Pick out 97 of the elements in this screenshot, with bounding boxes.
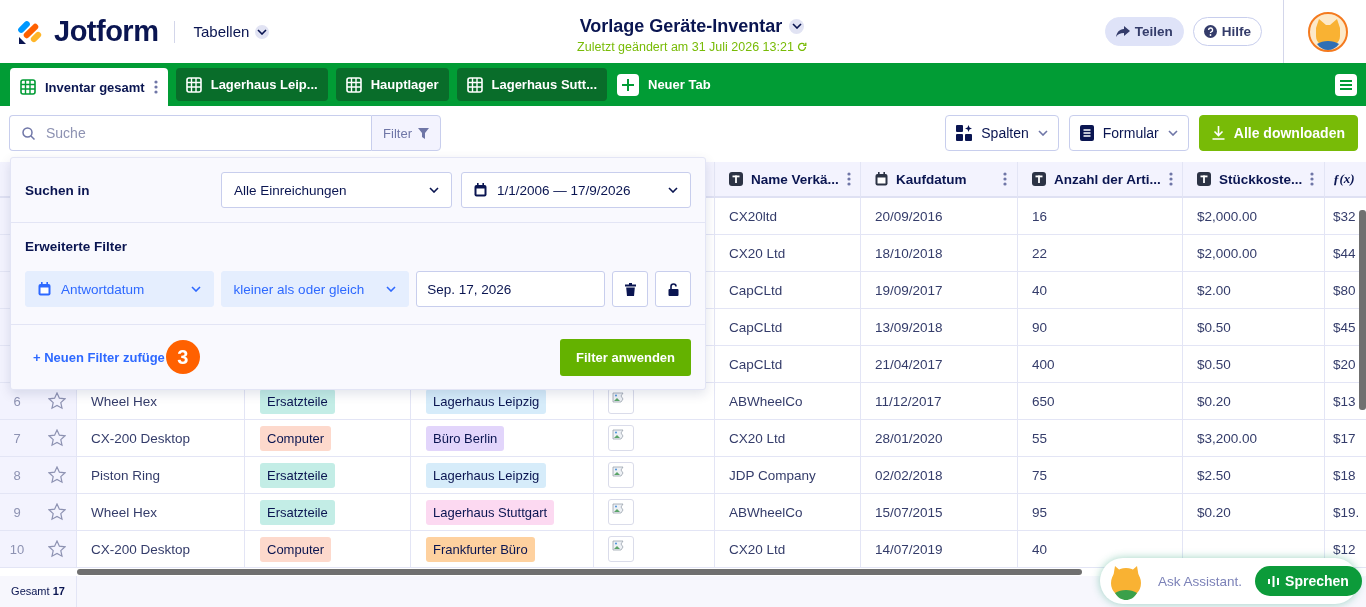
- last-modified-text: Zuletzt geändert am 31 Juli 2026 13:21: [577, 39, 794, 54]
- row-number: 9: [12, 504, 22, 520]
- title-dropdown[interactable]: [789, 18, 805, 34]
- field-dropdown[interactable]: Antwortdatum: [25, 271, 214, 307]
- logo-icon: [18, 18, 44, 45]
- calendar-icon: [38, 282, 51, 296]
- assistant-input[interactable]: Ask Assistant.: [1158, 573, 1243, 589]
- search-in-label: Suchen in: [25, 182, 90, 198]
- tab[interactable]: Inventar gesamt: [10, 68, 168, 106]
- voice-bars-icon: [1268, 575, 1280, 587]
- column-header[interactable]: Anzahl der Arti...: [1054, 171, 1161, 187]
- chevron-down-icon: [386, 286, 397, 292]
- date-value-field[interactable]: Sep. 17, 2026: [416, 271, 606, 307]
- columns-button[interactable]: Spalten: [945, 115, 1059, 151]
- logo-text: Jotform: [54, 15, 159, 48]
- more-options-icon[interactable]: [153, 80, 158, 94]
- widgets-icon: [956, 125, 973, 141]
- row-number: 6: [12, 393, 22, 409]
- column-header[interactable]: Kaufdatum: [896, 171, 995, 187]
- chevron-down-icon: [257, 28, 268, 35]
- row-number: 8: [12, 467, 22, 483]
- star-icon[interactable]: [48, 429, 66, 447]
- step-badge: 3: [165, 340, 200, 374]
- form-button[interactable]: Formular: [1068, 115, 1189, 151]
- table-icon: [20, 79, 36, 95]
- section-dropdown[interactable]: Tabellen: [193, 17, 270, 46]
- scope-dropdown[interactable]: Alle Einreichungen: [221, 172, 452, 208]
- unlocked-padlock-icon: [667, 282, 679, 296]
- total-count: Gesamt 17: [0, 576, 77, 607]
- search-field[interactable]: Suche: [9, 115, 372, 151]
- lock-button[interactable]: [655, 271, 691, 307]
- table-icon: [466, 76, 483, 93]
- help-icon: [1203, 25, 1217, 38]
- location-tag: Lagerhaus Leipzig: [426, 462, 547, 488]
- tab[interactable]: Lagerhaus Leip...: [175, 68, 328, 101]
- category-tag: Computer: [260, 536, 332, 562]
- advanced-filters-label: Erweiterte Filter: [25, 239, 129, 254]
- refresh-icon: [796, 41, 807, 52]
- speak-button[interactable]: Sprechen: [1255, 566, 1362, 596]
- add-filter-link[interactable]: + Neuen Filter zufüge: [33, 349, 165, 365]
- calendar-icon: [875, 172, 888, 186]
- vertical-scrollbar[interactable]: [1359, 210, 1366, 410]
- operator-dropdown[interactable]: kleiner als oder gleich: [220, 271, 410, 307]
- tab[interactable]: Hauptlager: [335, 68, 449, 101]
- more-options-icon[interactable]: [846, 172, 851, 186]
- column-header[interactable]: ƒ(x): [1333, 171, 1355, 187]
- delete-button[interactable]: [612, 271, 649, 307]
- horizontal-scrollbar[interactable]: [77, 569, 1082, 575]
- row-number: 7: [12, 430, 22, 446]
- tab[interactable]: Lagerhaus Sutt...: [456, 68, 607, 101]
- chevron-down-icon: [429, 187, 439, 193]
- column-header[interactable]: Name Verkä...: [751, 171, 839, 187]
- chevron-down-icon: [791, 23, 802, 29]
- plus-icon: [622, 78, 634, 91]
- star-icon[interactable]: [48, 392, 66, 410]
- calendar-icon: [474, 183, 487, 197]
- menu-icon: [1340, 80, 1352, 90]
- new-tab-button[interactable]: Neuer Tab: [617, 68, 711, 101]
- category-tag: Computer: [260, 425, 332, 451]
- location-tag: Lagerhaus Stuttgart: [426, 499, 555, 525]
- category-tag: Ersatzteile: [260, 499, 335, 525]
- location-tag: Büro Berlin: [426, 425, 505, 451]
- location-tag: Lagerhaus Leipzig: [426, 388, 547, 414]
- category-tag: Ersatzteile: [260, 388, 335, 414]
- text-type-icon: [1032, 172, 1046, 186]
- filter-button[interactable]: Filter: [371, 115, 441, 151]
- table-icon: [185, 76, 202, 93]
- star-icon[interactable]: [48, 466, 66, 484]
- category-tag: Ersatzteile: [260, 462, 335, 488]
- search-input[interactable]: Suche: [44, 124, 372, 142]
- star-icon[interactable]: [48, 540, 66, 558]
- text-type-icon: [729, 172, 743, 186]
- download-icon: [1211, 126, 1225, 140]
- chevron-down-icon: [668, 187, 678, 193]
- chevron-down-icon: [190, 286, 201, 292]
- more-options-icon[interactable]: [1310, 172, 1315, 186]
- trash-icon: [624, 282, 636, 296]
- chevron-down-icon: [1167, 130, 1178, 136]
- avatar[interactable]: [1308, 11, 1348, 52]
- table-icon: [345, 76, 362, 93]
- location-tag: Frankfurter Büro: [426, 536, 535, 562]
- more-options-icon[interactable]: [1003, 172, 1007, 186]
- share-button[interactable]: Teilen: [1104, 17, 1184, 46]
- chevron-down-icon: [1037, 130, 1048, 136]
- column-header[interactable]: Stückkoste...: [1219, 171, 1303, 187]
- more-options-icon[interactable]: [1168, 172, 1173, 186]
- document-icon: [1079, 125, 1094, 141]
- star-icon[interactable]: [48, 503, 66, 521]
- row-number: 10: [8, 541, 26, 557]
- menu-button[interactable]: [1335, 74, 1357, 96]
- date-range-dropdown[interactable]: 1/1/2006 — 17/9/2026: [461, 172, 691, 208]
- search-icon: [22, 126, 35, 140]
- funnel-icon: [418, 127, 429, 139]
- form-title: Vorlage Geräte-Inventar: [579, 15, 783, 37]
- share-arrow-icon: [1115, 25, 1130, 38]
- help-button[interactable]: Hilfe: [1192, 17, 1262, 46]
- text-type-icon: [1197, 172, 1211, 186]
